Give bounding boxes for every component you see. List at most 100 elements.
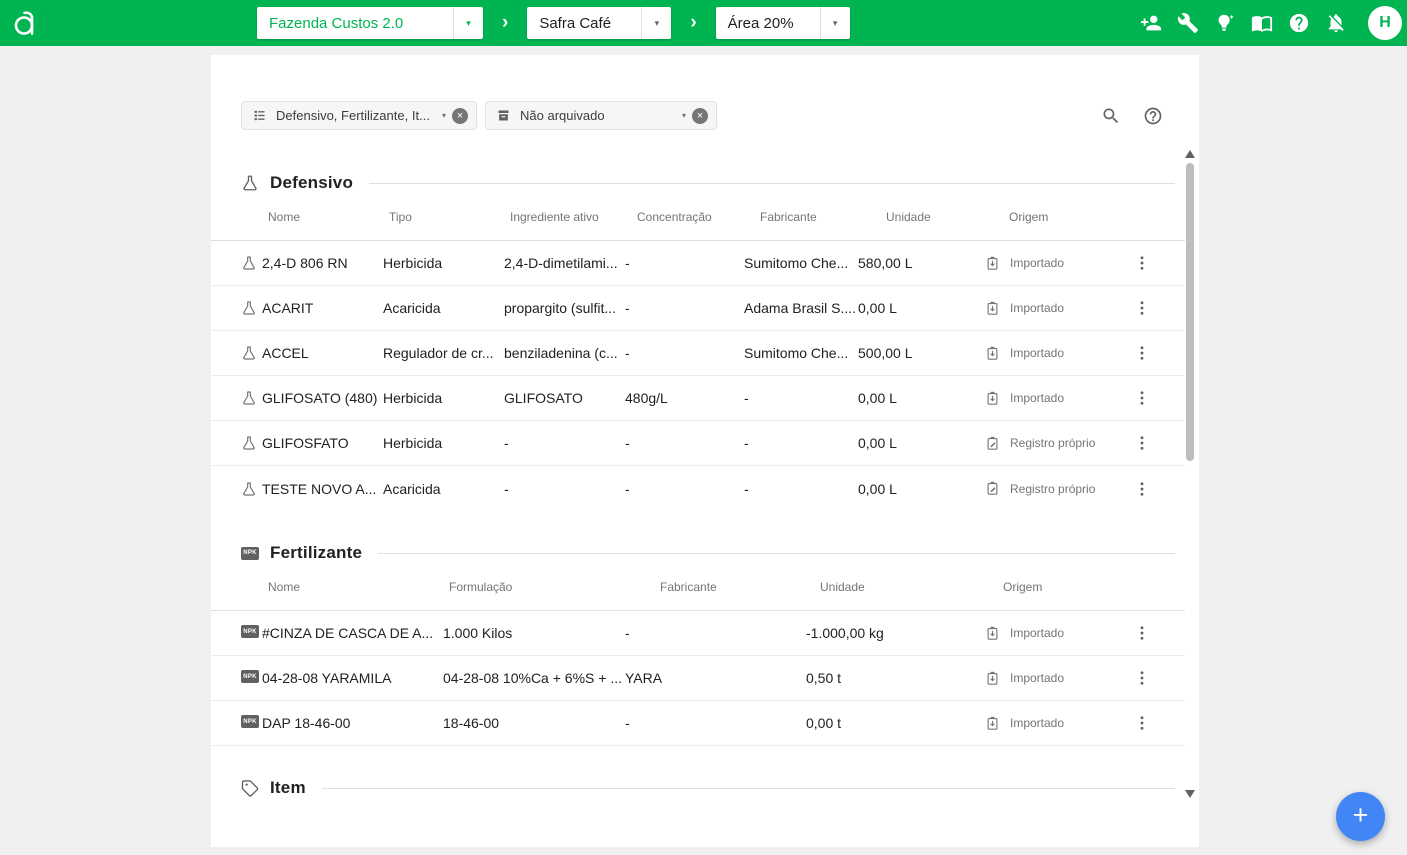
cell-fabricante: Sumitomo Che... [744, 345, 858, 361]
table-row[interactable]: ACARIT Acaricida propargito (sulfit... -… [211, 286, 1185, 331]
col-header-fabricante: Fabricante [744, 210, 858, 224]
row-menu-button[interactable] [1133, 389, 1151, 407]
cell-ingrediente: 2,4-D-dimetilami... [504, 255, 625, 271]
help-outline-icon[interactable] [1143, 106, 1163, 126]
row-menu-button[interactable] [1133, 669, 1151, 687]
person-add-icon[interactable] [1140, 12, 1162, 34]
origem-label: Importado [1010, 671, 1064, 685]
plus-icon: + [1353, 800, 1369, 831]
cell-nome: 04-28-08 YARAMILA [262, 670, 443, 686]
cell-nome: TESTE NOVO A... [262, 481, 383, 497]
scroll-down-arrow[interactable] [1185, 790, 1195, 798]
close-icon[interactable]: × [692, 108, 708, 124]
cell-origem: Importado [985, 391, 1130, 406]
flask-icon [241, 481, 257, 497]
section-title: Item [270, 778, 306, 798]
cell-tipo: Herbicida [383, 255, 504, 271]
help-filled-icon[interactable] [1288, 12, 1310, 34]
cell-nome: GLIFOSATO (480) [262, 390, 383, 406]
cell-origem: Registro próprio [985, 481, 1130, 496]
chevron-down-icon[interactable]: ▾ [436, 111, 452, 120]
flask-icon [241, 390, 257, 406]
row-menu-button[interactable] [1133, 344, 1151, 362]
chevron-down-icon[interactable]: ▾ [454, 18, 483, 29]
section-title: Fertilizante [270, 543, 362, 563]
origem-label: Importado [1010, 256, 1064, 270]
cell-ingrediente: benziladenina (c... [504, 345, 625, 361]
defensivo-table-header: Nome Tipo Ingrediente ativo Concentração… [211, 193, 1185, 241]
breadcrumb: Fazenda Custos 2.0 ▾ › Safra Café ▾ › Ár… [257, 7, 850, 39]
table-row[interactable]: TESTE NOVO A... Acaricida - - - 0,00 L R… [211, 466, 1185, 511]
row-menu-button[interactable] [1133, 434, 1151, 452]
cell-fabricante: - [744, 390, 858, 406]
bell-off-icon[interactable] [1325, 12, 1347, 34]
flask-icon [241, 300, 257, 316]
row-menu-button[interactable] [1133, 480, 1151, 498]
lightbulb-icon[interactable] [1214, 12, 1236, 34]
fertilizante-table-header: Nome Formulação Fabricante Unidade Orige… [211, 563, 1185, 611]
import-icon [985, 716, 1000, 731]
cell-fabricante: - [625, 715, 806, 731]
archive-filter-label: Não arquivado [520, 108, 605, 123]
table-row[interactable]: ACCEL Regulador de cr... benziladenina (… [211, 331, 1185, 376]
farm-selector-label: Fazenda Custos 2.0 [257, 15, 453, 32]
table-row[interactable]: GLIFOSATO (480) Herbicida GLIFOSATO 480g… [211, 376, 1185, 421]
chevron-down-icon[interactable]: ▾ [821, 18, 850, 29]
origem-label: Importado [1010, 626, 1064, 640]
aegro-logo[interactable] [10, 6, 44, 40]
row-menu-button[interactable] [1133, 299, 1151, 317]
cell-formulacao: 18-46-00 [443, 715, 625, 731]
origem-label: Importado [1010, 391, 1064, 405]
defensivo-section-header: Defensivo [241, 173, 1175, 193]
cell-unidade: 0,00 L [858, 481, 985, 497]
type-filter-chip[interactable]: Defensivo, Fertilizante, It... ▾ × [241, 101, 477, 130]
col-header-ingrediente: Ingrediente ativo [504, 210, 625, 224]
chevron-down-icon[interactable]: ▾ [676, 111, 692, 120]
col-header-unidade: Unidade [806, 580, 985, 594]
list-filter-icon [252, 108, 267, 123]
season-selector[interactable]: Safra Café ▾ [527, 7, 671, 39]
scrollbar-thumb[interactable] [1186, 163, 1194, 461]
divider [369, 183, 1175, 184]
cell-unidade: 0,50 t [806, 670, 985, 686]
npk-badge-icon: NPK [241, 625, 257, 641]
tag-icon [241, 779, 259, 797]
area-selector-label: Área 20% [716, 15, 820, 32]
cell-unidade: 0,00 L [858, 300, 985, 316]
col-header-tipo: Tipo [383, 210, 504, 224]
archive-filter-chip[interactable]: Não arquivado ▾ × [485, 101, 717, 130]
cell-concentracao: - [625, 300, 744, 316]
table-row[interactable]: GLIFOSFATO Herbicida - - - 0,00 L Regist… [211, 421, 1185, 466]
cell-ingrediente: propargito (sulfit... [504, 300, 625, 316]
scroll-up-arrow[interactable] [1185, 150, 1195, 158]
area-selector[interactable]: Área 20% ▾ [716, 7, 850, 39]
cell-formulacao: 04-28-08 10%Ca + 6%S + ... [443, 670, 625, 686]
item-section-header: Item [241, 778, 1175, 798]
table-row[interactable]: 2,4-D 806 RN Herbicida 2,4-D-dimetilami.… [211, 241, 1185, 286]
topbar-actions: H [1140, 6, 1402, 40]
import-icon [985, 301, 1000, 316]
row-menu-button[interactable] [1133, 254, 1151, 272]
table-row[interactable]: NPK 04-28-08 YARAMILA 04-28-08 10%Ca + 6… [211, 656, 1185, 701]
cell-nome: DAP 18-46-00 [262, 715, 443, 731]
search-icon[interactable] [1101, 106, 1121, 126]
farm-selector[interactable]: Fazenda Custos 2.0 ▾ [257, 7, 483, 39]
row-menu-button[interactable] [1133, 624, 1151, 642]
cell-formulacao: 1.000 Kilos [443, 625, 625, 641]
wrench-icon[interactable] [1177, 12, 1199, 34]
chevron-down-icon[interactable]: ▾ [642, 18, 671, 29]
book-icon[interactable] [1251, 12, 1273, 34]
add-button[interactable]: + [1336, 792, 1385, 841]
cell-fabricante: - [625, 625, 806, 641]
cell-origem: Importado [985, 671, 1130, 686]
cell-unidade: 0,00 t [806, 715, 985, 731]
table-row[interactable]: NPK #CINZA DE CASCA DE A... 1.000 Kilos … [211, 611, 1185, 656]
row-menu-button[interactable] [1133, 714, 1151, 732]
avatar[interactable]: H [1368, 6, 1402, 40]
cell-nome: #CINZA DE CASCA DE A... [262, 625, 443, 641]
table-row[interactable]: NPK DAP 18-46-00 18-46-00 - 0,00 t Impor… [211, 701, 1185, 746]
close-icon[interactable]: × [452, 108, 468, 124]
scrollbar[interactable] [1184, 150, 1196, 798]
origem-label: Importado [1010, 346, 1064, 360]
cell-fabricante: Sumitomo Che... [744, 255, 858, 271]
